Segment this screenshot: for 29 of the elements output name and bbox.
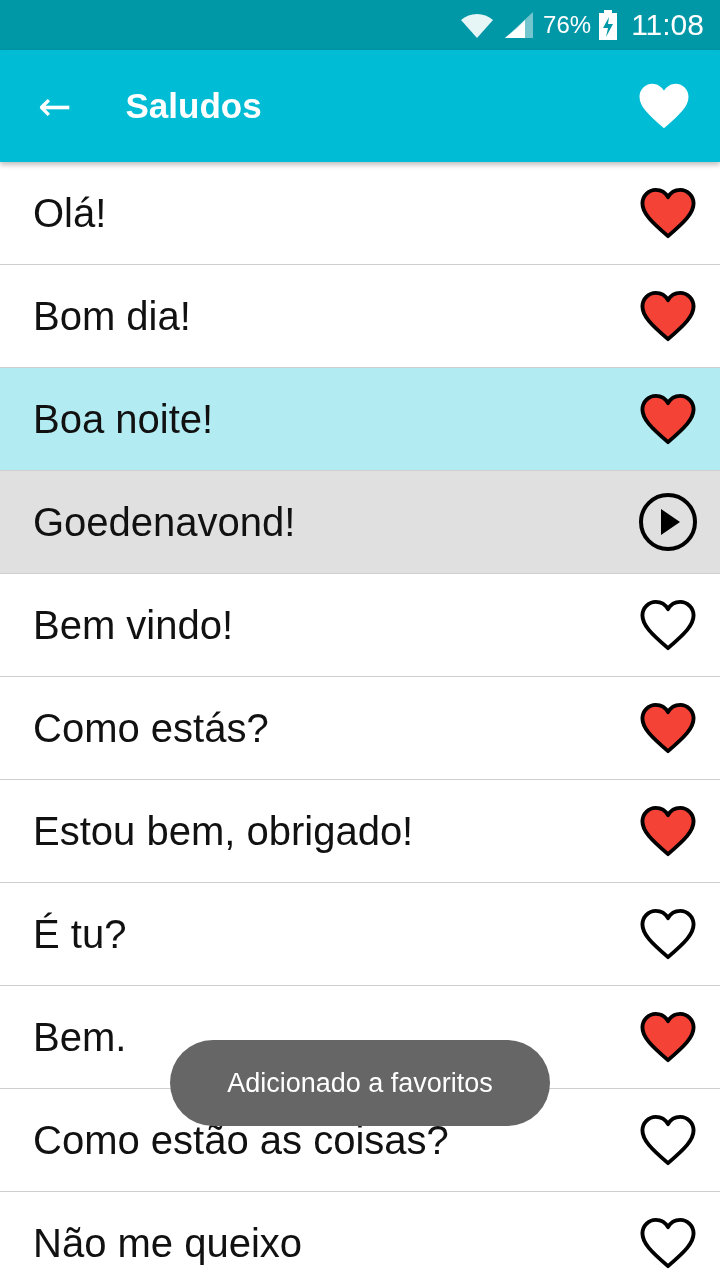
heart-icon[interactable] <box>638 700 698 756</box>
heart-icon[interactable] <box>638 185 698 241</box>
phrase-text: Não me queixo <box>33 1220 303 1266</box>
battery-icon <box>599 10 618 40</box>
screen-title: Saludos <box>125 86 263 126</box>
phrase-text: Boa noite! <box>33 396 214 442</box>
phrase-text: Bem vindo! <box>33 602 234 648</box>
battery-percent: 76% <box>543 11 592 39</box>
phrase-text: Goedenavond! <box>33 499 296 545</box>
favorites-toast: Adicionado a favoritos <box>170 1040 550 1126</box>
phrase-text: É tu? <box>33 911 127 957</box>
phrase-text: Olá! <box>33 190 107 236</box>
phrase-row[interactable]: Goedenavond! <box>0 471 720 574</box>
phrase-text: Bom dia! <box>33 293 191 339</box>
heart-icon[interactable] <box>638 391 698 447</box>
heart-icon[interactable] <box>638 1112 698 1168</box>
heart-icon[interactable] <box>638 906 698 962</box>
heart-icon[interactable] <box>638 1009 698 1065</box>
heart-icon[interactable] <box>638 1215 698 1271</box>
phrase-row[interactable]: Boa noite! <box>0 368 720 471</box>
play-icon[interactable] <box>638 492 698 552</box>
heart-icon[interactable] <box>638 288 698 344</box>
phrase-text: Bem. <box>33 1014 127 1060</box>
signal-icon <box>503 10 536 40</box>
phrase-text: Como estás? <box>33 705 269 751</box>
phrase-text: Estou bem, obrigado! <box>33 808 414 854</box>
clock: 11:08 <box>631 8 704 42</box>
heart-icon[interactable] <box>638 803 698 859</box>
heart-icon[interactable] <box>638 597 698 653</box>
